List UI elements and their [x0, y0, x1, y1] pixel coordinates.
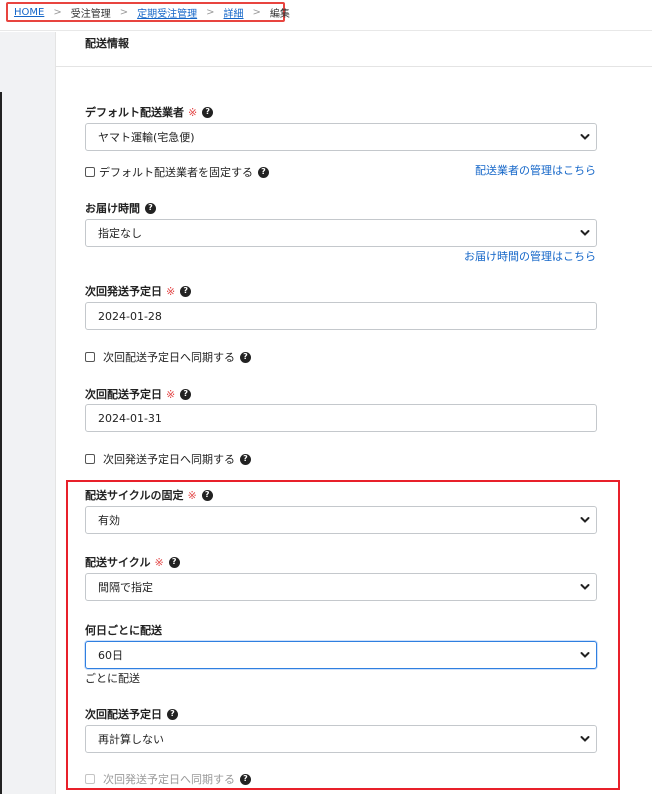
delivery-time-label: お届け時間 ?: [85, 200, 156, 216]
breadcrumb-separator: >: [119, 6, 129, 18]
fix-carrier-checkbox[interactable]: デフォルト配送業者を固定する ?: [85, 164, 269, 180]
help-icon[interactable]: ?: [167, 708, 178, 720]
recalc-sync-checkbox[interactable]: 次回発送予定日へ同期する ?: [85, 771, 251, 787]
sync-to-ship-checkbox[interactable]: 次回発送予定日へ同期する ?: [85, 451, 251, 467]
cycle-fixed-select[interactable]: 有効: [85, 506, 597, 534]
interval-days-label: 何日ごとに配送: [85, 622, 162, 638]
next-delivery-date-value: 2024-01-31: [98, 411, 162, 425]
checkbox-box[interactable]: [85, 454, 95, 464]
required-mark: ※: [187, 488, 197, 502]
interval-days-value: 60日: [98, 649, 123, 662]
chevron-down-icon: [580, 652, 590, 658]
chevron-down-icon: [580, 230, 590, 236]
recalc-label: 次回配送予定日 ?: [85, 706, 178, 722]
sidebar-edge: [0, 92, 2, 794]
default-carrier-label: デフォルト配送業者 ※ ?: [85, 104, 214, 120]
help-icon[interactable]: ?: [240, 773, 251, 785]
next-delivery-date-label: 次回配送予定日 ※ ?: [85, 386, 192, 402]
help-icon[interactable]: ?: [180, 285, 192, 297]
chevron-down-icon: [580, 584, 590, 590]
breadcrumb-separator: >: [252, 6, 261, 18]
breadcrumb-recurring-link[interactable]: 定期受注管理: [137, 5, 197, 20]
next-ship-date-label: 次回発送予定日 ※ ?: [85, 283, 192, 299]
interval-days-select[interactable]: 60日: [85, 641, 597, 669]
required-mark: ※: [166, 284, 176, 298]
left-sidebar: [0, 32, 55, 794]
breadcrumb-detail-link[interactable]: 詳細: [224, 5, 244, 20]
carrier-manage-link[interactable]: 配送業者の管理はこちら: [475, 162, 596, 178]
sync-to-delivery-label: 次回配送予定日へ同期する: [103, 351, 235, 364]
recalc-label-text: 次回配送予定日: [85, 708, 162, 721]
sync-to-ship-label: 次回発送予定日へ同期する: [103, 453, 235, 466]
next-ship-date-value: 2024-01-28: [98, 309, 162, 323]
help-icon[interactable]: ?: [240, 453, 251, 465]
default-carrier-value: ヤマト運輸(宅急便): [98, 131, 195, 144]
checkbox-box[interactable]: [85, 167, 95, 177]
help-icon[interactable]: ?: [202, 106, 214, 118]
next-delivery-date-input[interactable]: 2024-01-31: [85, 404, 597, 432]
delivery-time-label-text: お届け時間: [85, 202, 140, 215]
breadcrumb: HOME > 受注管理 > 定期受注管理 > 詳細 > 編集: [6, 2, 290, 22]
next-ship-date-input[interactable]: 2024-01-28: [85, 302, 597, 330]
checkbox-box[interactable]: [85, 774, 95, 784]
next-ship-date-label-text: 次回発送予定日: [85, 285, 162, 298]
help-icon[interactable]: ?: [258, 166, 269, 178]
interval-days-label-text: 何日ごとに配送: [85, 624, 162, 637]
help-icon[interactable]: ?: [145, 202, 156, 214]
required-mark: ※: [166, 387, 176, 401]
cycle-fixed-value: 有効: [98, 514, 120, 527]
cycle-label: 配送サイクル ※ ?: [85, 554, 180, 570]
header-divider: [0, 30, 652, 31]
cycle-label-text: 配送サイクル: [85, 556, 151, 569]
cycle-select[interactable]: 間隔で指定: [85, 573, 597, 601]
breadcrumb-separator: >: [53, 6, 62, 18]
section-divider: [55, 66, 652, 67]
breadcrumb-separator: >: [206, 6, 215, 18]
breadcrumb-home-link[interactable]: HOME: [14, 7, 44, 18]
default-carrier-label-text: デフォルト配送業者: [85, 106, 184, 119]
required-mark: ※: [154, 555, 164, 569]
default-carrier-select[interactable]: ヤマト運輸(宅急便): [85, 123, 597, 151]
chevron-down-icon: [580, 736, 590, 742]
chevron-down-icon: [580, 134, 590, 140]
breadcrumb-current: 編集: [269, 8, 290, 20]
recalc-select[interactable]: 再計算しない: [85, 725, 597, 753]
help-icon[interactable]: ?: [180, 388, 192, 400]
interval-days-suffix: ごとに配送: [85, 672, 140, 685]
required-mark: ※: [188, 105, 198, 119]
recalc-value: 再計算しない: [98, 733, 164, 746]
cycle-value: 間隔で指定: [98, 581, 153, 594]
cycle-fixed-label: 配送サイクルの固定 ※ ?: [85, 487, 213, 503]
breadcrumb-order-mgmt: 受注管理: [70, 8, 111, 20]
delivery-time-value: 指定なし: [98, 227, 142, 240]
next-delivery-date-label-text: 次回配送予定日: [85, 388, 162, 401]
recalc-sync-label: 次回発送予定日へ同期する: [103, 773, 235, 786]
sync-to-delivery-checkbox[interactable]: 次回配送予定日へ同期する ?: [85, 349, 251, 365]
help-icon[interactable]: ?: [201, 489, 213, 501]
delivery-time-select[interactable]: 指定なし: [85, 219, 597, 247]
chevron-down-icon: [580, 517, 590, 523]
cycle-fixed-label-text: 配送サイクルの固定: [85, 489, 184, 502]
delivery-time-manage-link[interactable]: お届け時間の管理はこちら: [464, 248, 596, 264]
checkbox-box[interactable]: [85, 352, 95, 362]
help-icon[interactable]: ?: [240, 351, 251, 363]
section-title: 配送情報: [85, 37, 129, 50]
fix-carrier-label: デフォルト配送業者を固定する: [99, 166, 253, 179]
help-icon[interactable]: ?: [168, 556, 180, 568]
